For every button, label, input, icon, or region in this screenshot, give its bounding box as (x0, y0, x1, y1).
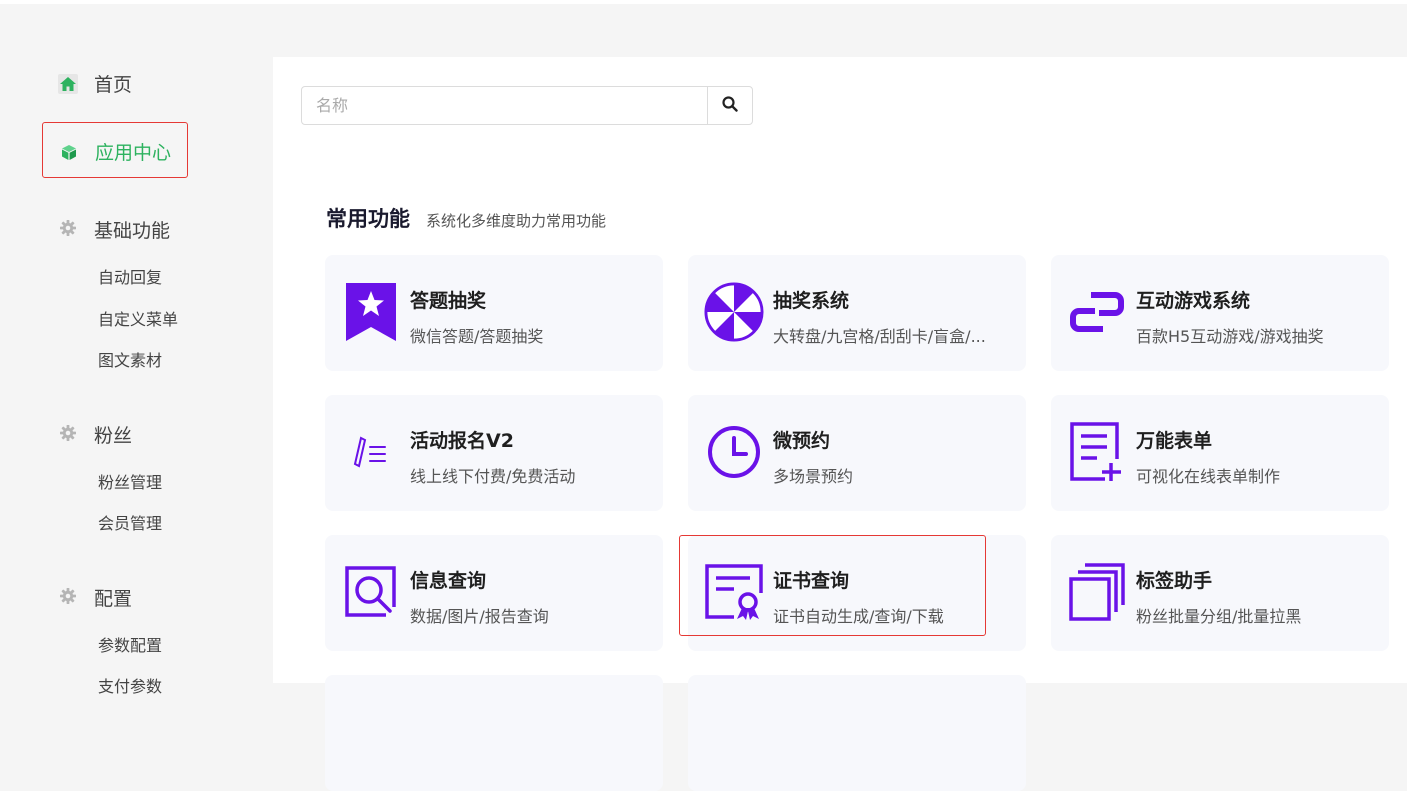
app-card-quiz-lottery[interactable]: 答题抽奖 微信答题/答题抽奖 (325, 255, 663, 371)
app-card-event-signup[interactable]: 活动报名V2 线上线下付费/免费活动 (325, 395, 663, 511)
sidebar-group-config[interactable]: 配置 (60, 584, 132, 611)
bookmark-star-icon (341, 281, 401, 343)
card-desc: 多场景预约 (773, 467, 854, 486)
section-header: 常用功能 系统化多维度助力常用功能 (326, 203, 606, 233)
form-add-icon (1067, 421, 1127, 483)
card-title: 标签助手 (1136, 570, 1213, 592)
link-game-icon (1067, 281, 1127, 343)
cube-icon (60, 143, 78, 161)
sidebar-item-auto-reply[interactable]: 自动回复 (98, 264, 162, 288)
sidebar-item-member-manage[interactable]: 会员管理 (98, 510, 162, 534)
search-input[interactable] (302, 87, 707, 124)
app-card[interactable] (325, 675, 663, 791)
app-card-appointment[interactable]: 微预约 多场景预约 (688, 395, 1026, 511)
app-card-info-query[interactable]: 信息查询 数据/图片/报告查询 (325, 535, 663, 651)
card-desc: 线上线下付费/免费活动 (410, 467, 576, 486)
card-title: 答题抽奖 (410, 290, 487, 312)
search-button[interactable] (707, 87, 752, 124)
sidebar-group-label: 配置 (94, 588, 133, 610)
search-box (301, 86, 753, 125)
sidebar-item-fans-manage[interactable]: 粉丝管理 (98, 469, 162, 493)
main-panel: 常用功能 系统化多维度助力常用功能 答题抽奖 微信答题/答题抽奖 抽奖系统 大转… (273, 57, 1407, 791)
card-title: 万能表单 (1136, 430, 1213, 452)
gear-icon (60, 587, 76, 608)
card-desc: 大转盘/九宫格/刮刮卡/盲盒/... (773, 327, 986, 346)
card-desc: 可视化在线表单制作 (1136, 467, 1281, 486)
card-desc: 百款H5互动游戏/游戏抽奖 (1136, 327, 1324, 346)
section-title: 常用功能 (326, 207, 410, 231)
gear-icon (60, 424, 76, 445)
sidebar-group-basic[interactable]: 基础功能 (60, 216, 170, 243)
app-card-interactive-games[interactable]: 互动游戏系统 百款H5互动游戏/游戏抽奖 (1051, 255, 1389, 371)
sidebar-item-home[interactable]: 首页 (58, 70, 132, 97)
card-title: 互动游戏系统 (1136, 290, 1251, 312)
sidebar-group-fans[interactable]: 粉丝 (60, 421, 132, 448)
card-title: 证书查询 (773, 570, 850, 592)
certificate-icon (704, 561, 764, 623)
app-card-lottery-system[interactable]: 抽奖系统 大转盘/九宫格/刮刮卡/盲盒/... (688, 255, 1026, 371)
section-subtitle: 系统化多维度助力常用功能 (426, 212, 607, 230)
sidebar-group-label: 粉丝 (94, 425, 133, 447)
sidebar: 首页 应用中心 基础功能 自动回复 自定义菜单 图文素材 粉丝 粉丝管理 会员管… (0, 0, 272, 696)
sidebar-item-app-center[interactable]: 应用中心 (42, 122, 188, 178)
card-desc: 微信答题/答题抽奖 (410, 327, 544, 346)
card-desc: 粉丝批量分组/批量拉黑 (1136, 607, 1302, 626)
home-icon (58, 73, 78, 94)
app-card[interactable] (688, 675, 1026, 791)
wheel-icon (704, 281, 764, 343)
card-title: 信息查询 (410, 570, 487, 592)
app-card-tag-assistant[interactable]: 标签助手 粉丝批量分组/批量拉黑 (1051, 535, 1389, 651)
layers-icon (1067, 561, 1127, 623)
app-card-universal-form[interactable]: 万能表单 可视化在线表单制作 (1051, 395, 1389, 511)
search-doc-icon (341, 561, 401, 623)
app-card-certificate-query[interactable]: 证书查询 证书自动生成/查询/下载 (688, 535, 1026, 651)
sidebar-item-pay-params[interactable]: 支付参数 (98, 673, 162, 697)
sidebar-item-params[interactable]: 参数配置 (98, 632, 162, 656)
card-title: 抽奖系统 (773, 290, 850, 312)
pen-list-icon (341, 421, 401, 483)
sidebar-item-media[interactable]: 图文素材 (98, 347, 162, 371)
card-desc: 证书自动生成/查询/下载 (773, 607, 944, 626)
sidebar-item-label: 首页 (94, 74, 133, 96)
sidebar-item-custom-menu[interactable]: 自定义菜单 (98, 306, 178, 330)
sidebar-item-label: 应用中心 (95, 142, 172, 164)
card-title: 微预约 (773, 430, 831, 452)
gear-icon (60, 219, 76, 240)
clock-icon (704, 421, 764, 483)
card-desc: 数据/图片/报告查询 (410, 607, 549, 626)
card-title: 活动报名V2 (410, 430, 514, 452)
search-icon (722, 95, 738, 116)
sidebar-group-label: 基础功能 (94, 220, 171, 242)
